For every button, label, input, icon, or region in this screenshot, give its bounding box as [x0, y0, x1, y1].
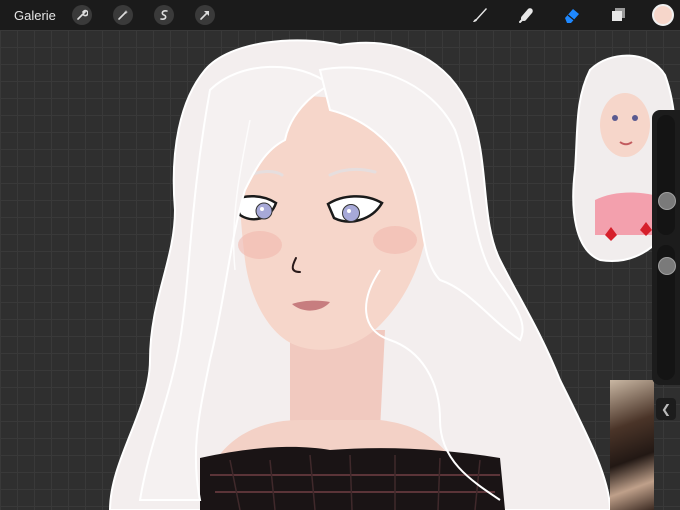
reference-image-bottom[interactable] — [610, 380, 654, 510]
right-tool-group — [468, 0, 680, 30]
opacity-knob[interactable] — [658, 257, 676, 275]
side-slider-panel — [652, 110, 680, 385]
color-swatch[interactable] — [652, 4, 674, 26]
brush-size-slider[interactable] — [657, 115, 675, 235]
selection-icon[interactable] — [153, 5, 174, 25]
brush-icon[interactable] — [468, 3, 492, 27]
smudge-icon[interactable] — [514, 3, 538, 27]
black-top — [200, 446, 505, 510]
transform-arrow-icon[interactable] — [194, 5, 215, 25]
wrench-icon[interactable] — [71, 5, 92, 25]
gallery-button[interactable]: Galerie — [14, 8, 56, 23]
brush-size-knob[interactable] — [658, 192, 676, 210]
chevron-left-icon[interactable]: ❮ — [656, 398, 676, 420]
layers-icon[interactable] — [606, 3, 630, 27]
top-toolbar: Galerie — [0, 0, 680, 30]
eraser-icon[interactable] — [560, 3, 584, 27]
magic-wand-icon[interactable] — [112, 5, 133, 25]
